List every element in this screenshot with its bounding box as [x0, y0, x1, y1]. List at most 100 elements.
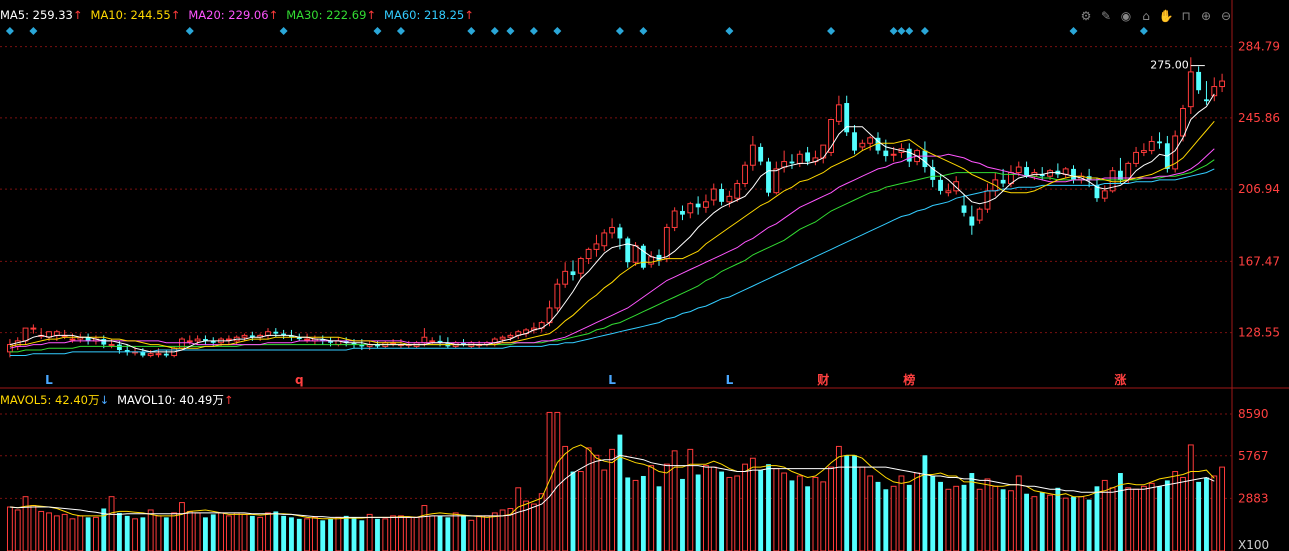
candle-body-down — [883, 150, 889, 157]
price-tick-label: 206.94 — [1238, 182, 1280, 196]
candle-body-up — [1015, 166, 1022, 174]
volume-bar-down — [1039, 492, 1045, 551]
volume-bar-down — [124, 515, 130, 551]
volume-bar-up — [429, 515, 436, 551]
candle-body-down — [116, 344, 122, 351]
volume-bar-up — [1125, 487, 1132, 551]
volume-bar-up — [1008, 490, 1014, 551]
volume-bar-down — [210, 514, 216, 551]
candle-body-up — [742, 164, 748, 185]
volume-bar-up — [69, 518, 76, 551]
candle-body-down — [273, 331, 279, 334]
volume-bar-down — [140, 517, 146, 551]
candle-body-up — [1133, 151, 1139, 164]
ma30-line — [9, 159, 1215, 353]
volume-bar-down — [719, 471, 725, 551]
candle-body-up — [609, 226, 616, 234]
ma60-line — [9, 168, 1215, 356]
candle-body-up — [194, 338, 201, 342]
price-tick-label: 167.47 — [1238, 254, 1280, 268]
candle-body-down — [1024, 167, 1030, 177]
volume-bar-up — [194, 512, 201, 551]
event-marker-label: 财 — [816, 372, 829, 387]
candle-body-up — [984, 190, 991, 210]
volume-bar-up — [1109, 487, 1116, 551]
volume-bar-down — [85, 517, 91, 551]
volume-bar-up — [452, 512, 459, 551]
candle-body-up — [1187, 71, 1194, 108]
volume-bar-up — [186, 510, 193, 551]
volume-bar-up — [491, 512, 498, 551]
volume-bar-up — [468, 519, 475, 551]
volume-bar-up — [1219, 466, 1226, 551]
volume-bar-up — [562, 445, 569, 551]
candle-body-up — [796, 153, 803, 164]
signal-diamond-marker — [29, 27, 38, 35]
candle-body-up — [663, 226, 670, 260]
volume-bar-up — [749, 457, 756, 551]
event-marker-label: q — [295, 373, 304, 387]
candle-body-up — [562, 270, 569, 285]
volume-bar-up — [304, 518, 311, 551]
candle-body-up — [265, 331, 271, 336]
candle-body-up — [577, 258, 584, 274]
signal-diamond-marker — [529, 27, 538, 35]
volume-bar-down — [789, 480, 795, 551]
volume-bar-up — [390, 515, 397, 551]
volume-bar-up — [577, 471, 584, 551]
volume-bar-up — [632, 479, 639, 551]
candle-body-up — [14, 340, 21, 347]
candle-body-down — [1204, 99, 1209, 102]
candle-body-up — [155, 353, 162, 356]
volume-bar-down — [375, 518, 380, 551]
volume-bar-down — [320, 520, 326, 551]
volume-bar-up — [241, 513, 248, 551]
kline-chart[interactable]: 284.79 245.86 206.94 167.47 128.55 8590 5767 28… — [0, 0, 1289, 551]
signal-diamond-marker — [920, 27, 929, 35]
volume-bar-up — [233, 512, 240, 551]
volume-bar-down — [852, 455, 857, 551]
volume-bar-down — [343, 515, 349, 551]
signal-diamond-marker — [490, 27, 499, 35]
volume-bar-up — [812, 476, 819, 551]
candle-body-down — [1196, 71, 1202, 91]
volume-bar-up — [53, 515, 60, 551]
volume-bar-up — [828, 466, 834, 551]
volume-bar-up — [1062, 497, 1069, 551]
candle-body-up — [304, 338, 311, 341]
candle-body-up — [890, 153, 897, 156]
candle-body-up — [648, 256, 655, 265]
volume-bar-down — [766, 464, 771, 551]
ma20-line — [9, 148, 1215, 349]
volume-bar-up — [984, 478, 991, 551]
candle-body-down — [101, 339, 107, 345]
volume-bar-up — [171, 512, 178, 551]
signal-diamond-marker — [467, 27, 476, 35]
volume-bar-down — [296, 518, 302, 551]
candle-body-down — [938, 179, 943, 191]
volume-bar-down — [758, 470, 764, 551]
event-marker-label: L — [726, 373, 734, 387]
volume-bar-up — [398, 515, 404, 551]
volume-bar-up — [781, 472, 788, 551]
candle-body-down — [852, 132, 857, 151]
signal-diamond-marker — [1069, 27, 1078, 35]
candle-body-up — [726, 195, 733, 203]
volume-bar-up — [914, 472, 921, 551]
volume-bar-up — [742, 463, 748, 551]
volume-tick-label: 8590 — [1238, 407, 1269, 421]
candle-body-up — [241, 334, 248, 338]
event-marker-label: 榜 — [903, 372, 915, 387]
volume-bar-up — [1031, 496, 1038, 551]
volume-bar-down — [961, 484, 967, 551]
candle-body-up — [601, 232, 608, 247]
candle-body-down — [969, 216, 975, 226]
volume-bar-up — [155, 515, 162, 551]
volume-bar-up — [1180, 476, 1186, 551]
volume-bar-up — [820, 481, 827, 551]
candle-body-down — [140, 351, 146, 356]
volume-bar-down — [289, 517, 294, 551]
volume-bar-up — [257, 516, 264, 551]
candle-body-down — [1157, 141, 1162, 144]
candle-body-up — [186, 340, 193, 343]
